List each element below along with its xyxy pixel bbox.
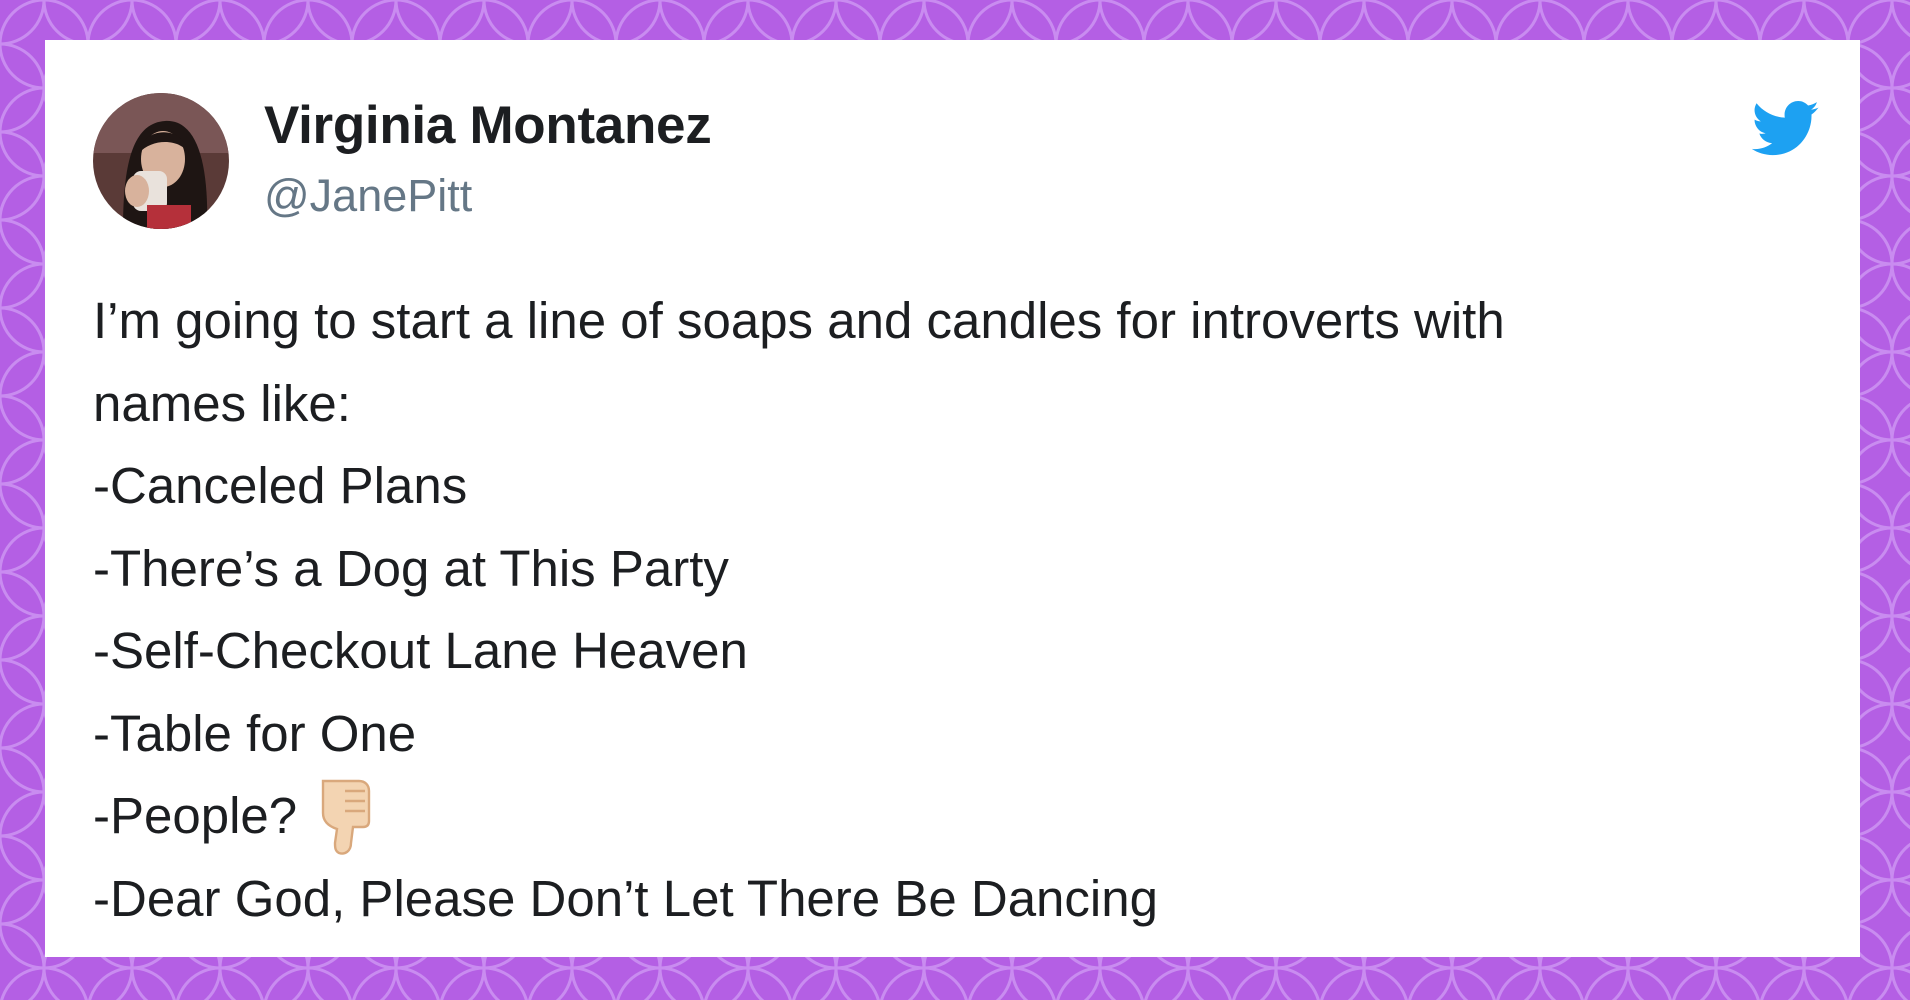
tweet-text: I’m going to start a line of soaps and c… (93, 280, 1823, 940)
thumbs-down-emoji (321, 779, 371, 855)
tweet-line-with-emoji: -People? (93, 775, 1823, 858)
tweet-line: -Table for One (93, 704, 417, 762)
author-name[interactable]: Virginia Montanez (264, 95, 712, 156)
tweet-line: -There’s a Dog at This Party (93, 539, 729, 597)
tweet-line: -People? (93, 787, 298, 844)
tweet-line: -Dear God, Please Don’t Let There Be Dan… (93, 869, 1158, 927)
tweet-line: -Canceled Plans (93, 457, 468, 514)
avatar[interactable] (93, 93, 229, 229)
twitter-bird-icon[interactable] (1752, 100, 1820, 158)
tweet-line: names like: (93, 374, 351, 432)
tweet-card: Virginia Montanez @JanePitt I’m going to… (45, 40, 1860, 957)
tweet-line: I’m going to start a line of soaps and c… (93, 292, 1505, 349)
tweet-line: -Self-Checkout Lane Heaven (93, 622, 748, 679)
profile-photo (93, 93, 229, 229)
author-handle[interactable]: @JanePitt (264, 170, 472, 222)
